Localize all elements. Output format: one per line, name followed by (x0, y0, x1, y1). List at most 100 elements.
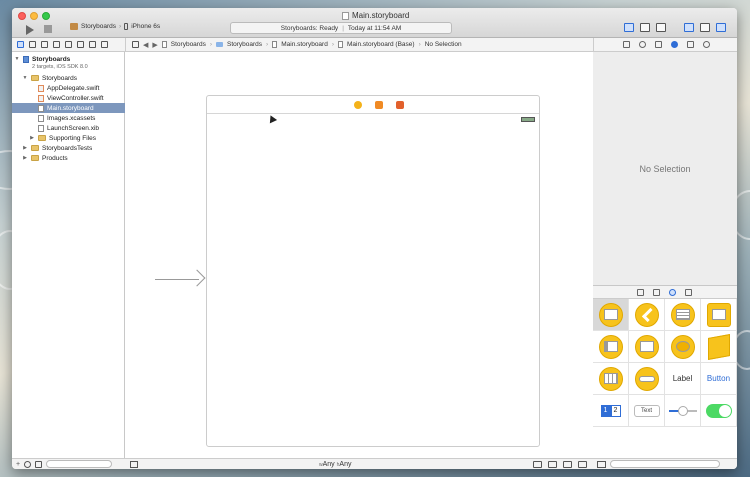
library-filter-field[interactable] (610, 460, 720, 468)
attributes-inspector-icon[interactable] (671, 41, 678, 48)
glkit-view-controller-object-icon (670, 334, 695, 359)
library-item-switch[interactable] (701, 395, 737, 427)
tree-row-supporting-files[interactable]: ▶ Supporting Files (12, 133, 125, 143)
source-control-filter-icon[interactable] (35, 460, 43, 468)
exit-icon[interactable] (396, 101, 404, 109)
test-navigator-icon[interactable] (65, 41, 72, 48)
library-item-label[interactable]: Label (665, 363, 701, 395)
storyboard-file-icon (38, 104, 44, 112)
tree-row-appdelegate[interactable]: AppDelegate.swift (12, 83, 125, 93)
tree-row-images-xcassets[interactable]: Images.xcassets (12, 113, 125, 123)
size-class-height: Any (339, 461, 352, 468)
file-inspector-icon[interactable] (623, 41, 630, 48)
scheme-device-label: iPhone 6s (131, 23, 161, 30)
toggle-debug-area-icon[interactable] (700, 23, 710, 32)
slider-knob (677, 405, 688, 416)
storyboard-canvas[interactable] (125, 52, 593, 458)
disclosure-triangle[interactable]: ▼ (22, 75, 28, 81)
tree-row-label: StoryboardsTests (42, 144, 93, 152)
related-items-icon[interactable] (132, 41, 139, 48)
issue-navigator-icon[interactable] (53, 41, 60, 48)
library-item-collection-view[interactable] (593, 363, 629, 395)
disclosure-triangle[interactable]: ▶ (22, 155, 28, 161)
zoom-window-button[interactable] (42, 12, 50, 20)
jump-item-group[interactable]: Storyboards (227, 41, 262, 48)
document-outline-toggle-icon[interactable] (130, 461, 138, 468)
jump-item-file[interactable]: Main.storyboard (281, 41, 328, 48)
folder-icon (38, 135, 46, 141)
library-item-button[interactable]: Button (701, 363, 737, 395)
library-item-text-field[interactable]: Text (629, 395, 665, 427)
navigator-footer: + (12, 458, 125, 469)
tree-row-viewcontroller[interactable]: ViewController.swift (12, 93, 125, 103)
connections-inspector-icon[interactable] (703, 41, 710, 48)
table-view-controller-object-icon (670, 302, 695, 327)
standard-editor-icon[interactable] (624, 23, 634, 32)
media-library-icon[interactable] (685, 288, 692, 296)
disclosure-triangle[interactable]: ▶ (29, 135, 35, 141)
tree-row-products[interactable]: ▶ Products (12, 153, 125, 163)
recent-files-icon[interactable] (24, 460, 32, 468)
scheme-selector[interactable]: Storyboards › iPhone 6s (70, 23, 160, 30)
find-navigator-icon[interactable] (41, 41, 48, 48)
minimize-window-button[interactable] (30, 12, 38, 20)
library-item-slider[interactable] (665, 395, 701, 427)
object-library-icon[interactable] (669, 288, 676, 296)
library-view-mode-icon[interactable] (597, 460, 606, 468)
library-item-table-view-controller[interactable] (665, 299, 701, 331)
folder-icon (216, 42, 223, 47)
tree-row-label: LaunchScreen.xib (47, 124, 100, 132)
disclosure-triangle[interactable]: ▶ (22, 145, 28, 151)
align-icon[interactable] (533, 461, 542, 468)
debug-navigator-icon[interactable] (77, 41, 84, 48)
close-window-button[interactable] (18, 12, 26, 20)
stop-button[interactable] (44, 25, 52, 33)
forward-button[interactable]: ▶ (152, 41, 157, 49)
report-navigator-icon[interactable] (101, 41, 108, 48)
navigator-filter-field[interactable] (46, 460, 113, 468)
jump-item-localization[interactable]: Main.storyboard (Base) (347, 41, 415, 48)
toggle-navigator-icon[interactable] (684, 23, 694, 32)
code-snippet-library-icon[interactable] (653, 288, 660, 296)
symbol-navigator-icon[interactable] (29, 41, 36, 48)
project-navigator-icon[interactable] (17, 41, 24, 48)
resizing-behavior-icon[interactable] (578, 461, 587, 468)
tree-row-storyboards-group[interactable]: ▼ Storyboards (12, 73, 125, 83)
jump-item-selection[interactable]: No Selection (425, 41, 462, 48)
library-item-object[interactable] (701, 331, 737, 363)
quick-help-icon[interactable] (639, 41, 646, 48)
library-item-navigation-controller[interactable] (629, 299, 665, 331)
library-item-view-controller[interactable] (593, 299, 629, 331)
assistant-editor-icon[interactable] (640, 23, 650, 32)
tree-row-main-storyboard[interactable]: Main.storyboard (12, 103, 125, 113)
tree-row-tests[interactable]: ▶ StoryboardsTests (12, 143, 125, 153)
size-inspector-icon[interactable] (687, 41, 694, 48)
size-class-control[interactable]: wAny hAny (319, 461, 351, 468)
back-button[interactable]: ◀ (143, 41, 148, 49)
library-item-glkit-view-controller[interactable] (665, 331, 701, 363)
resolve-issues-icon[interactable] (563, 461, 572, 468)
file-template-library-icon[interactable] (637, 288, 644, 296)
add-file-button[interactable]: + (16, 461, 20, 468)
pin-icon[interactable] (548, 461, 557, 468)
library-item-segmented-control[interactable]: 1 2 (593, 395, 629, 427)
library-item-page-view-controller[interactable] (629, 331, 665, 363)
first-responder-icon[interactable] (375, 101, 383, 109)
view-controller-scene[interactable] (206, 95, 540, 447)
view-controller-icon[interactable] (354, 101, 362, 109)
library-item-collection-view-controller[interactable] (701, 299, 737, 331)
hammer-icon (70, 23, 78, 30)
initial-view-controller-arrowhead (188, 269, 206, 287)
button-object-text: Button (706, 374, 731, 383)
library-item-media-player[interactable] (629, 363, 665, 395)
version-editor-icon[interactable] (656, 23, 666, 32)
run-button[interactable] (26, 25, 34, 35)
storyboard-file-icon (342, 11, 349, 20)
identity-inspector-icon[interactable] (655, 41, 662, 48)
tree-row-launchscreen[interactable]: LaunchScreen.xib (12, 123, 125, 133)
mouse-pointer-icon (266, 113, 278, 124)
breakpoint-navigator-icon[interactable] (89, 41, 96, 48)
jump-item-project[interactable]: Storyboards (171, 41, 206, 48)
library-item-split-view-controller[interactable] (593, 331, 629, 363)
toggle-utilities-icon[interactable] (716, 23, 726, 32)
